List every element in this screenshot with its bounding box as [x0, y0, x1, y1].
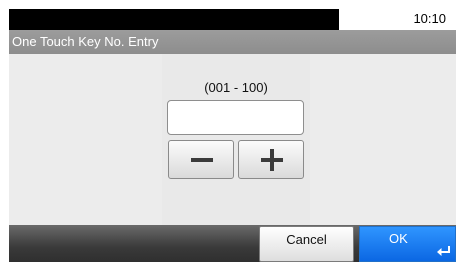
range-label: (001 - 100)	[204, 80, 268, 95]
enter-icon	[437, 246, 450, 256]
one-touch-key-entry-screen: 10:10 One Touch Key No. Entry (001 - 100…	[0, 0, 456, 262]
key-number-input[interactable]	[167, 100, 304, 135]
status-message-area	[9, 9, 339, 30]
minus-icon	[191, 158, 213, 162]
ok-button[interactable]: OK	[359, 226, 456, 262]
page-title: One Touch Key No. Entry	[12, 34, 159, 49]
cancel-button[interactable]: Cancel	[259, 226, 354, 262]
title-bar: One Touch Key No. Entry	[9, 30, 456, 54]
ok-button-label: OK	[389, 231, 408, 246]
status-time: 10:10	[413, 11, 446, 26]
increment-button[interactable]	[238, 140, 304, 179]
plus-icon-vertical	[270, 149, 274, 171]
status-bar: 10:10	[0, 0, 456, 30]
decrement-button[interactable]	[168, 140, 234, 179]
